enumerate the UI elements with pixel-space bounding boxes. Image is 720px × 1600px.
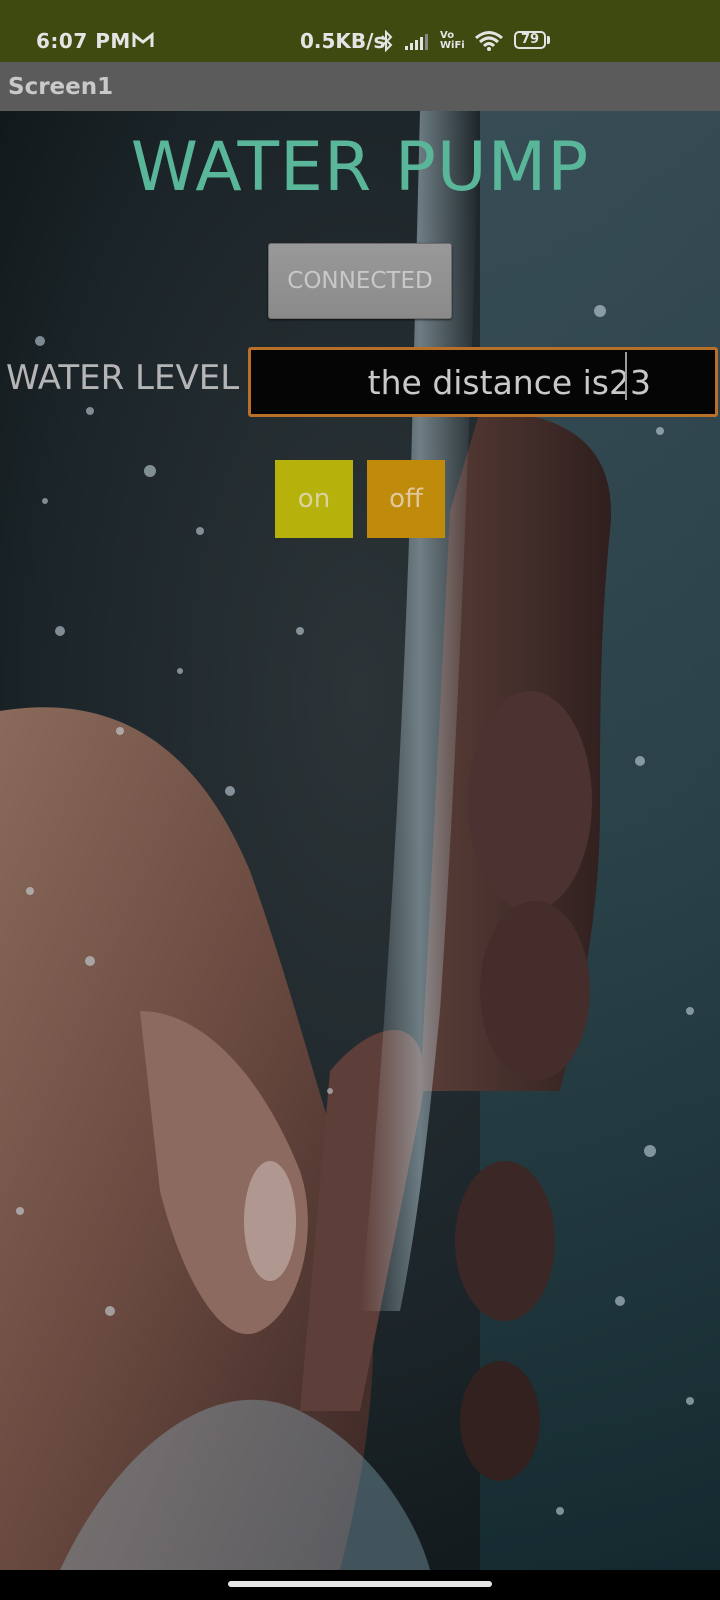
home-gesture-handle[interactable]	[228, 1581, 492, 1587]
connect-button[interactable]: CONNECTED	[268, 243, 452, 319]
bluetooth-icon	[381, 30, 393, 52]
battery-tip	[547, 36, 550, 44]
status-bar: 6:07 PM 0.5KB/s Vo WiFi 79	[0, 0, 720, 62]
on-button[interactable]: on	[275, 460, 353, 538]
vowifi-indicator: Vo WiFi	[440, 30, 465, 51]
battery-level: 79	[514, 31, 546, 49]
background-image	[0, 111, 720, 1570]
navigation-bar	[0, 1570, 720, 1600]
status-time: 6:07 PM	[36, 29, 131, 53]
water-level-label: WATER LEVEL	[6, 358, 240, 398]
off-button[interactable]: off	[367, 460, 445, 538]
water-hands-illustration	[0, 111, 720, 1570]
gmail-icon	[132, 31, 154, 47]
phone-screen: 6:07 PM 0.5KB/s Vo WiFi 79 Screen1 WATER…	[0, 0, 720, 1600]
wifi-icon	[475, 31, 503, 51]
app-title-bar: Screen1	[0, 62, 720, 111]
battery-icon: 79	[514, 31, 552, 51]
network-speed: 0.5KB/s	[300, 29, 386, 53]
text-cursor	[625, 352, 627, 400]
water-level-input[interactable]	[251, 350, 651, 414]
page-title: WATER PUMP	[130, 128, 590, 207]
water-level-field[interactable]	[248, 347, 718, 417]
signal-icon	[405, 34, 428, 50]
screen-title: Screen1	[8, 74, 114, 100]
